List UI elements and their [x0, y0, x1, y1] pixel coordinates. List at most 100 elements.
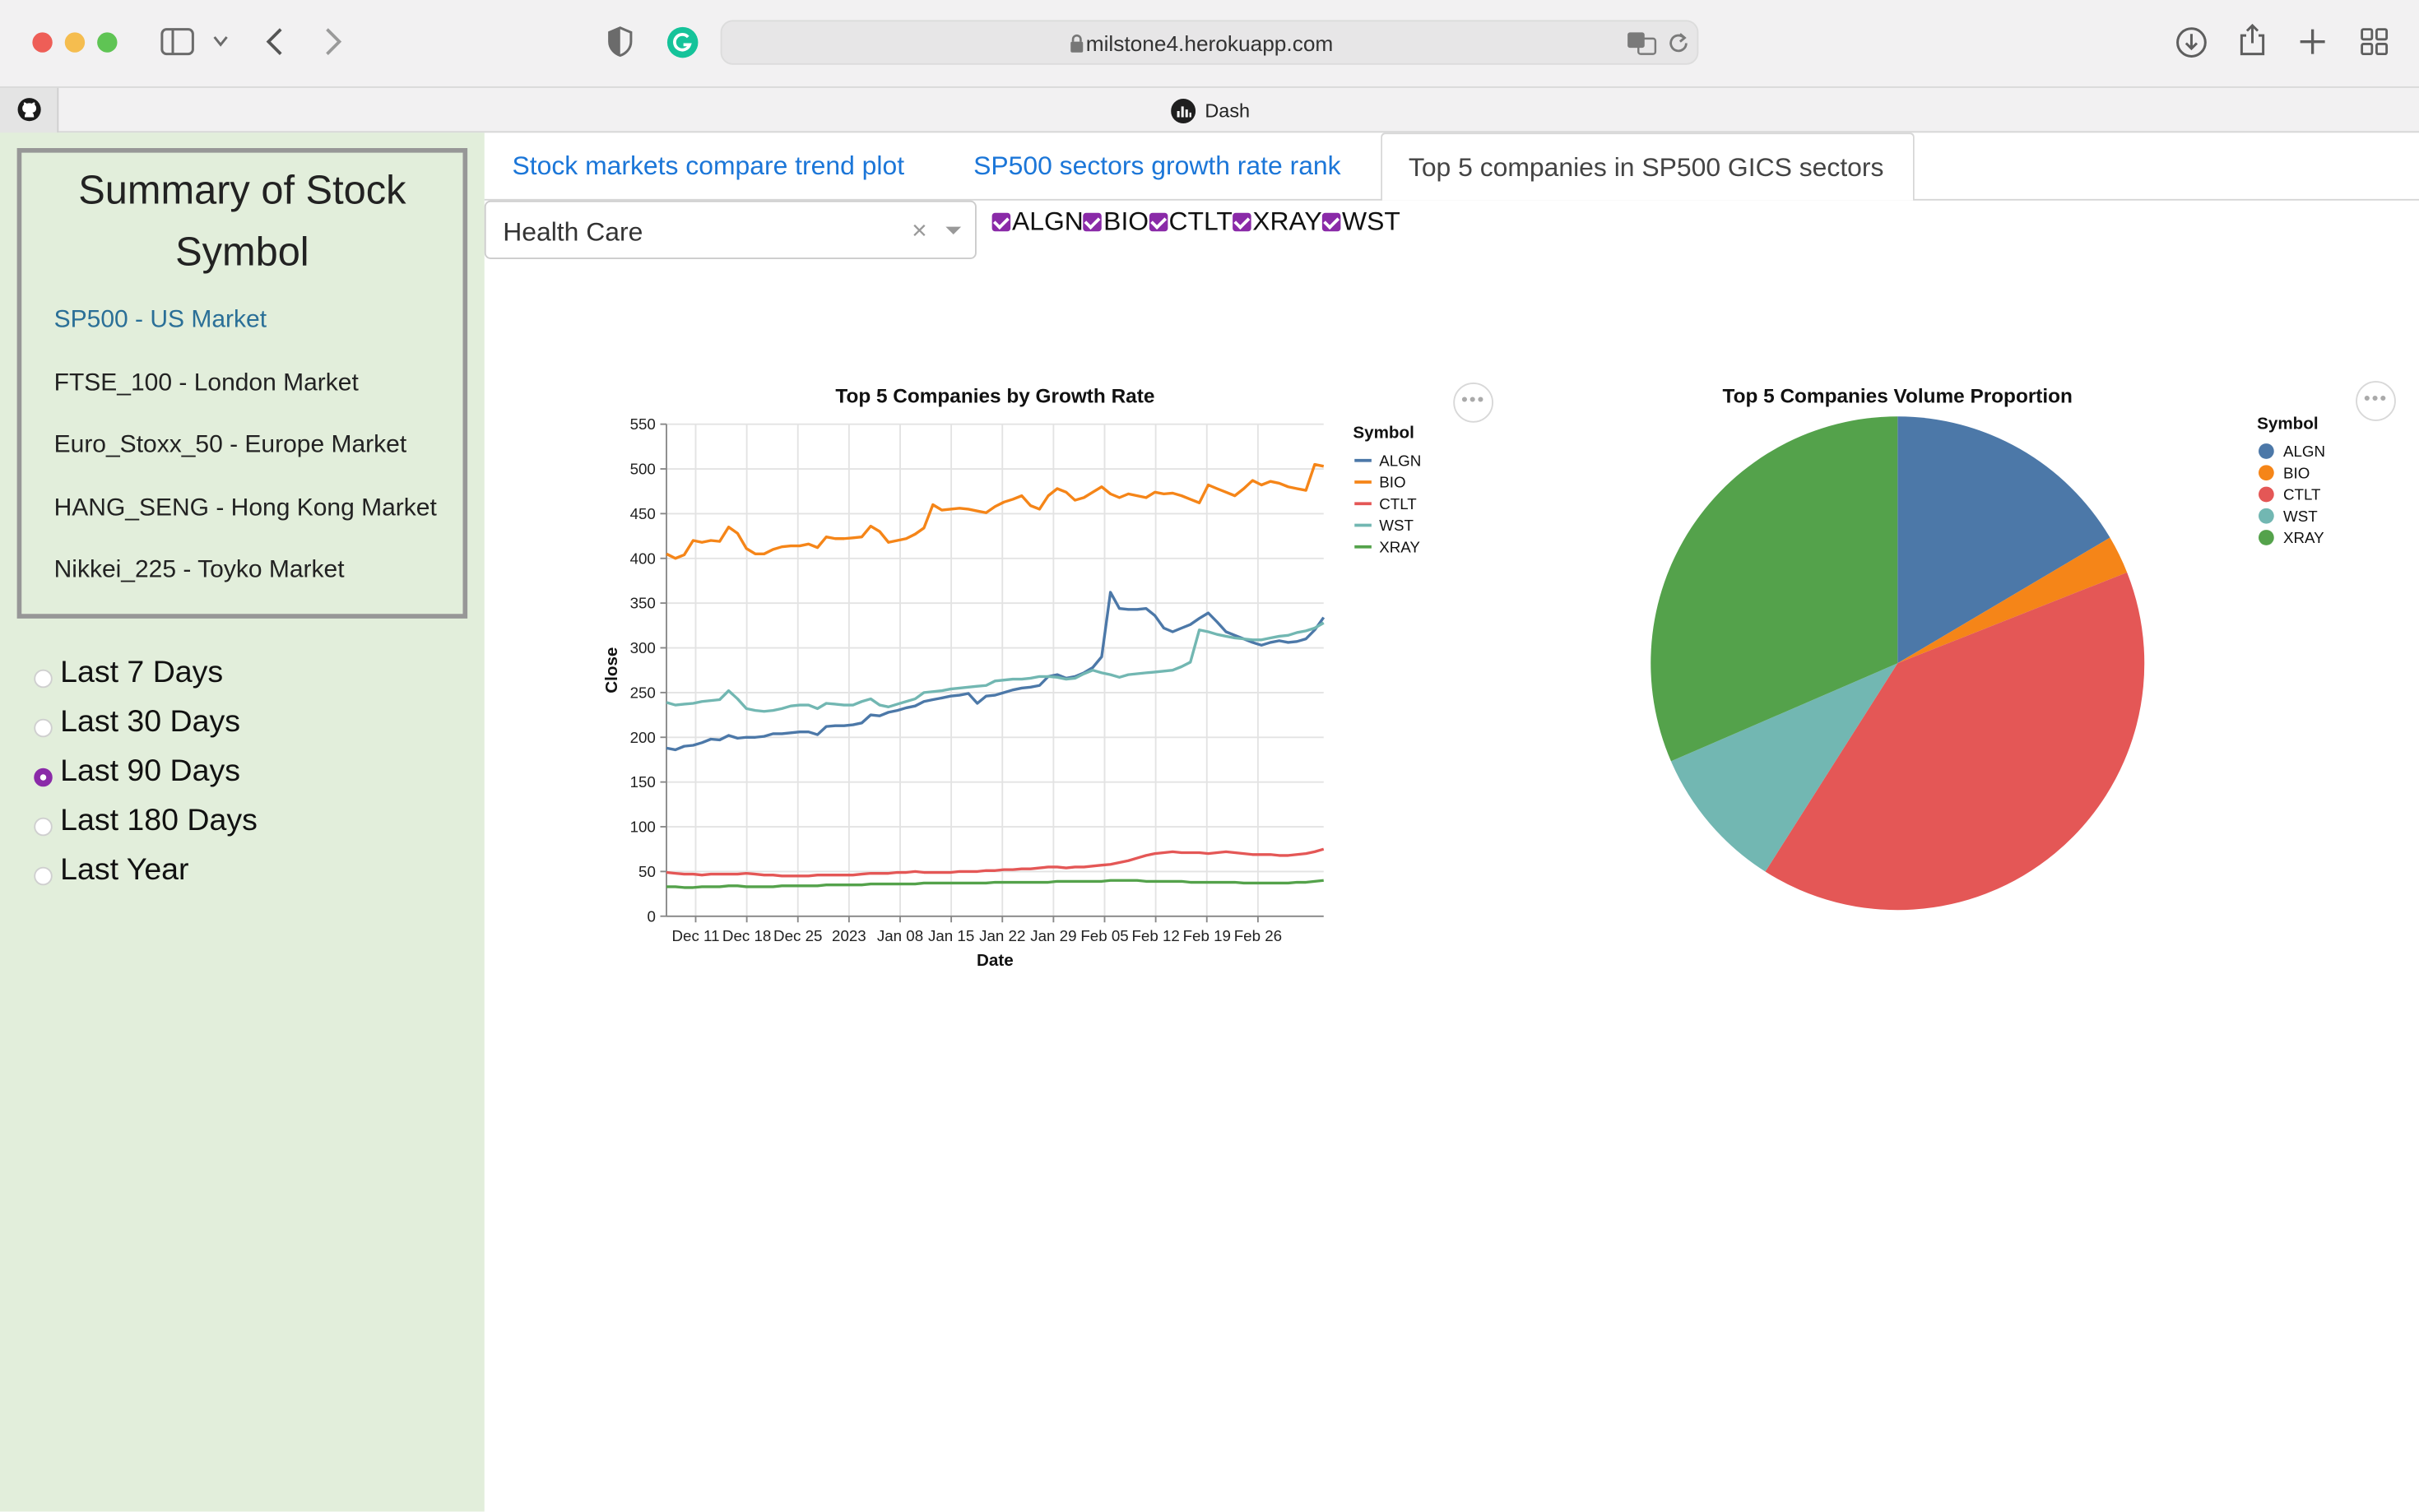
market-link-nikkei225[interactable]: Nikkei_225 - Toyko Market — [54, 557, 345, 585]
grammarly-icon[interactable] — [666, 26, 699, 58]
tab-compare-trend[interactable]: Stock markets compare trend plot — [485, 132, 948, 201]
y-tick-label: 50 — [638, 863, 656, 880]
checkbox-label: ALGN — [1012, 206, 1084, 236]
url-text: milstone4.herokuapp.com — [1085, 30, 1334, 56]
x-axis-title: Date — [977, 951, 1014, 970]
legend-swatch — [2259, 486, 2274, 503]
y-tick-label: 450 — [630, 505, 656, 522]
radio-button-selected[interactable] — [34, 768, 53, 787]
legend-label: BIO — [2283, 464, 2310, 481]
minimize-window-button[interactable] — [64, 32, 86, 53]
y-tick-label: 350 — [630, 595, 656, 612]
pinned-tab-github[interactable] — [0, 87, 59, 133]
x-tick-label: Jan 29 — [1030, 927, 1076, 944]
x-tick-label: Jan 15 — [928, 927, 974, 944]
checkbox-checked-icon[interactable] — [1083, 212, 1103, 232]
checkbox-label: XRAY — [1252, 206, 1322, 236]
checkbox-checked-icon[interactable] — [1232, 212, 1251, 232]
symbol-checklist: ALGN BIO CTLT XRAY WST — [991, 206, 1400, 238]
clear-icon[interactable]: × — [912, 216, 927, 248]
legend-label: CTLT — [2283, 486, 2321, 503]
tab-sectors-growth-rank[interactable]: SP500 sectors growth rate rank — [947, 132, 1379, 201]
legend-label: ALGN — [2283, 443, 2325, 460]
legend-swatch — [2259, 530, 2274, 545]
y-tick-label: 550 — [630, 415, 656, 433]
dropdown-arrow-icon[interactable] — [945, 226, 962, 234]
legend-label: BIO — [1379, 474, 1405, 491]
volume-proportion-pie-chart: Top 5 Companies Volume Proportion Symbol A… — [1651, 385, 2325, 911]
period-label: Last 90 Days — [60, 754, 241, 789]
market-link-sp500[interactable]: SP500 - US Market — [54, 307, 267, 335]
x-tick-label: Feb 19 — [1183, 927, 1231, 944]
browser-tab-title[interactable]: Dash — [1205, 100, 1250, 122]
chevron-down-icon[interactable] — [213, 35, 229, 48]
download-icon[interactable] — [2175, 26, 2208, 58]
radio-button[interactable] — [34, 866, 53, 886]
checkbox-checked-icon[interactable] — [1149, 212, 1168, 232]
sidebar: Summary of Stock Symbol SP500 - US Marke… — [0, 132, 485, 1512]
legend-label: ALGN — [1379, 452, 1421, 469]
x-tick-label: Feb 26 — [1234, 927, 1282, 944]
y-tick-label: 100 — [630, 819, 656, 836]
github-icon — [17, 98, 41, 122]
sector-dropdown[interactable]: Health Care × — [484, 200, 977, 259]
radio-button[interactable] — [34, 718, 53, 738]
legend-label: XRAY — [1379, 538, 1420, 555]
checkbox-checked-icon[interactable] — [1321, 212, 1341, 232]
close-window-button[interactable] — [32, 32, 53, 53]
y-tick-label: 500 — [630, 461, 656, 478]
y-tick-label: 250 — [630, 684, 656, 701]
line-chart-title: Top 5 Companies by Growth Rate — [835, 385, 1154, 407]
series-line-bio — [666, 462, 1325, 560]
forward-icon[interactable] — [324, 28, 343, 56]
checkbox-label: BIO — [1103, 206, 1149, 236]
legend-title: Symbol — [1353, 424, 1414, 443]
market-link-ftse100[interactable]: FTSE_100 - London Market — [54, 370, 359, 398]
share-icon[interactable] — [2239, 23, 2267, 57]
radio-button[interactable] — [34, 817, 53, 837]
dash-favicon-icon — [1171, 99, 1196, 123]
legend-label: WST — [2283, 508, 2318, 525]
reload-icon[interactable] — [1668, 32, 1689, 53]
sidebar-toggle-icon[interactable] — [160, 28, 194, 56]
tab-label: Top 5 companies in SP500 GICS sectors — [1408, 152, 1884, 183]
checkbox-xray[interactable]: XRAY — [1232, 206, 1322, 238]
x-tick-label: Jan 08 — [877, 927, 923, 944]
x-tick-label: Feb 12 — [1131, 927, 1179, 944]
checkbox-ctlt[interactable]: CTLT — [1149, 206, 1233, 238]
series-line-algn — [666, 591, 1326, 752]
shield-icon[interactable] — [608, 26, 633, 58]
period-label: Last 7 Days — [60, 655, 224, 690]
maximize-window-button[interactable] — [97, 32, 118, 53]
checkbox-bio[interactable]: BIO — [1083, 206, 1149, 238]
y-tick-label: 200 — [630, 729, 656, 746]
back-icon[interactable] — [266, 28, 285, 56]
checkbox-checked-icon[interactable] — [991, 212, 1011, 232]
legend-label: XRAY — [2283, 529, 2324, 546]
new-tab-icon[interactable] — [2299, 28, 2327, 56]
market-link-eurostoxx50[interactable]: Euro_Stoxx_50 - Europe Market — [54, 432, 407, 460]
legend-swatch — [2259, 508, 2274, 524]
tab-overview-icon[interactable] — [2361, 28, 2389, 56]
pie-chart-title: Top 5 Companies Volume Proportion — [1723, 385, 2073, 407]
summary-title: Summary of Stock Symbol — [78, 166, 406, 275]
legend-swatch — [2259, 443, 2274, 459]
line-chart-actions-button[interactable]: ••• — [1453, 383, 1493, 423]
tab-top5-companies[interactable]: Top 5 companies in SP500 GICS sectors — [1381, 132, 1915, 201]
period-label: Last Year — [60, 852, 189, 888]
x-tick-label: Dec 25 — [773, 927, 822, 944]
translate-icon[interactable] — [1626, 31, 1657, 56]
legend-label: WST — [1379, 517, 1414, 534]
browser-tab-strip: Dash — [0, 86, 2419, 133]
y-tick-label: 300 — [630, 639, 656, 656]
growth-rate-line-chart: Top 5 Companies by Growth Rate 0 50 100 150 2… — [602, 385, 1421, 970]
checkbox-algn[interactable]: ALGN — [991, 206, 1084, 238]
legend-swatch — [2259, 465, 2274, 481]
address-bar[interactable]: milstone4.herokuapp.com — [720, 20, 1699, 65]
checkbox-wst[interactable]: WST — [1321, 206, 1400, 238]
y-tick-label: 150 — [630, 773, 656, 791]
period-label: Last 30 Days — [60, 704, 241, 740]
radio-button[interactable] — [34, 669, 53, 689]
market-link-hangseng[interactable]: HANG_SENG - Hong Kong Market — [54, 495, 437, 523]
pie-chart-actions-button[interactable]: ••• — [2356, 381, 2396, 421]
